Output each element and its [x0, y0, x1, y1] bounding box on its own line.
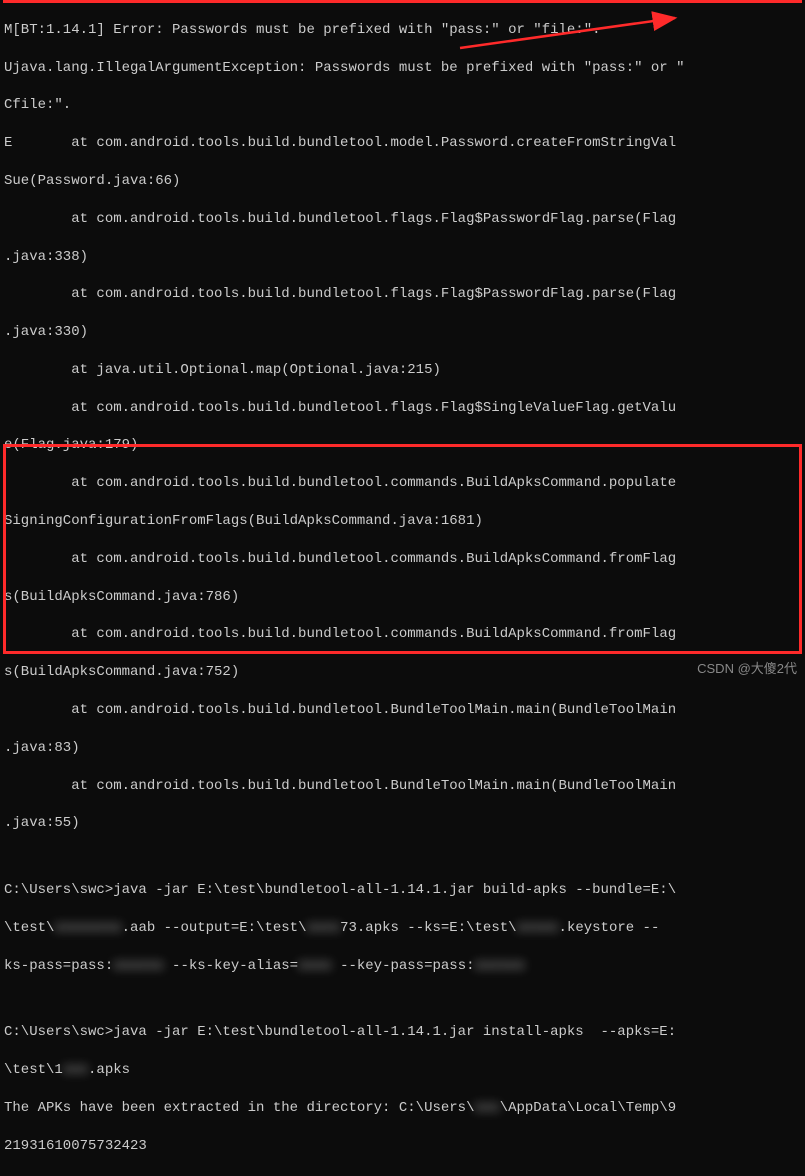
- redacted-text: xxx: [474, 1100, 499, 1116]
- stacktrace-line: .java:330): [4, 323, 801, 342]
- command-build-apks: C:\Users\swc>java -jar E:\test\bundletoo…: [4, 881, 801, 900]
- redacted-text: xxxxxx: [113, 958, 163, 974]
- exception-line: Cfile:".: [4, 96, 801, 115]
- stacktrace-line: at com.android.tools.build.bundletool.fl…: [4, 399, 801, 418]
- command-build-apks: \test\xxxxxxxx.aab --output=E:\test\xxxx…: [4, 919, 801, 938]
- redacted-text: xxxx: [298, 958, 332, 974]
- stacktrace-line: E at com.android.tools.build.bundletool.…: [4, 134, 801, 153]
- stacktrace-line: .java:55): [4, 814, 801, 833]
- stacktrace-line: at com.android.tools.build.bundletool.fl…: [4, 210, 801, 229]
- result-line: The APKs have been extracted in the dire…: [4, 1099, 801, 1118]
- stacktrace-line: at com.android.tools.build.bundletool.co…: [4, 625, 801, 644]
- exception-line: Ujava.lang.IllegalArgumentException: Pas…: [4, 59, 801, 78]
- error-line: M[BT:1.14.1] Error: Passwords must be pr…: [4, 21, 801, 40]
- stacktrace-line: e(Flag.java:179): [4, 436, 801, 455]
- stacktrace-line: at com.android.tools.build.bundletool.fl…: [4, 285, 801, 304]
- redacted-text: xxxxx: [517, 920, 559, 936]
- redacted-text: xxxx: [306, 920, 340, 936]
- redacted-text: xxxxxxxx: [54, 920, 121, 936]
- stacktrace-line: at com.android.tools.build.bundletool.co…: [4, 474, 801, 493]
- terminal-output[interactable]: M[BT:1.14.1] Error: Passwords must be pr…: [0, 0, 805, 1176]
- stacktrace-line: at java.util.Optional.map(Optional.java:…: [4, 361, 801, 380]
- redacted-text: xxx: [63, 1062, 88, 1078]
- stacktrace-line: SigningConfigurationFromFlags(BuildApksC…: [4, 512, 801, 531]
- watermark: CSDN @大傻2代: [697, 660, 797, 678]
- annotation-top-border: [3, 0, 802, 3]
- stacktrace-line: s(BuildApksCommand.java:786): [4, 588, 801, 607]
- redacted-text: xxxxxx: [475, 958, 525, 974]
- result-line: 21931610075732423: [4, 1137, 801, 1156]
- stacktrace-line: .java:338): [4, 248, 801, 267]
- command-install-apks: \test\1xxx.apks: [4, 1061, 801, 1080]
- stacktrace-line: .java:83): [4, 739, 801, 758]
- stacktrace-line: Sue(Password.java:66): [4, 172, 801, 191]
- stacktrace-line: at com.android.tools.build.bundletool.co…: [4, 550, 801, 569]
- command-build-apks: ks-pass=pass:xxxxxx --ks-key-alias=xxxx …: [4, 957, 801, 976]
- command-install-apks: C:\Users\swc>java -jar E:\test\bundletoo…: [4, 1023, 801, 1042]
- stacktrace-line: at com.android.tools.build.bundletool.Bu…: [4, 701, 801, 720]
- stacktrace-line: at com.android.tools.build.bundletool.Bu…: [4, 777, 801, 796]
- stacktrace-line: s(BuildApksCommand.java:752): [4, 663, 801, 682]
